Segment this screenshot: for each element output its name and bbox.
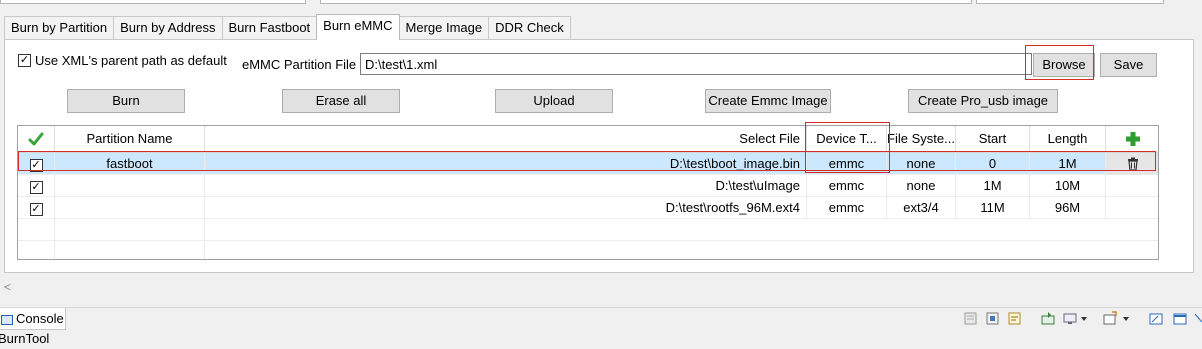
tab-ddr-check[interactable]: DDR Check xyxy=(488,16,571,40)
pin-console-icon[interactable] xyxy=(1040,311,1056,326)
table-row[interactable]: ✓ D:\test\uImage emmc none 1M 10M xyxy=(18,175,1158,197)
scroll-left-arrow-icon[interactable]: < xyxy=(4,280,11,294)
top-fields-strip xyxy=(0,0,1202,6)
empty-row xyxy=(18,241,1158,259)
row-partition-name[interactable] xyxy=(55,175,205,197)
horizontal-scrollbar[interactable]: < xyxy=(0,279,1202,296)
console-content-text: BurnTool xyxy=(0,331,50,346)
row-device-type[interactable]: emmc xyxy=(807,175,887,197)
row-select-file[interactable]: D:\test\rootfs_96M.ext4 xyxy=(205,197,807,219)
tab-bar: Burn by Partition Burn by Address Burn F… xyxy=(4,14,571,40)
open-console-icon[interactable] xyxy=(1102,311,1118,326)
view-menu-icon[interactable] xyxy=(1194,311,1202,326)
console-tab-label: Console xyxy=(16,311,64,326)
partition-file-label: eMMC Partition File xyxy=(242,57,357,72)
tab-burn-emmc[interactable]: Burn eMMC xyxy=(316,14,400,40)
scroll-lock-icon[interactable] xyxy=(985,311,1001,326)
header-length[interactable]: Length xyxy=(1030,126,1106,153)
header-start[interactable]: Start xyxy=(956,126,1030,153)
use-xml-parent-label: Use XML's parent path as default xyxy=(35,53,227,68)
console-toolbar: Console xyxy=(0,307,1202,330)
device-type-highlight-box xyxy=(805,122,890,173)
empty-cell xyxy=(55,241,205,259)
maximize-view-icon[interactable] xyxy=(1172,311,1188,326)
clear-console-icon[interactable] xyxy=(963,311,979,326)
create-emmc-image-button[interactable]: Create Emmc Image xyxy=(705,89,831,113)
display-console-dropdown-icon[interactable] xyxy=(1080,311,1088,326)
open-console-dropdown-icon[interactable] xyxy=(1122,311,1130,326)
top-field-2[interactable] xyxy=(320,0,972,4)
row-check-cell: ✓ xyxy=(18,197,55,219)
table-header: Partition Name Select File Device T... F… xyxy=(18,126,1158,153)
row-checkbox[interactable]: ✓ xyxy=(29,181,43,194)
create-pro-usb-image-button[interactable]: Create Pro_usb image xyxy=(908,89,1058,113)
empty-cell xyxy=(18,241,55,259)
header-file-system[interactable]: File Syste... xyxy=(887,126,956,153)
row-length[interactable]: 96M xyxy=(1030,197,1106,219)
tab-burn-by-partition[interactable]: Burn by Partition xyxy=(4,16,115,40)
display-console-icon[interactable] xyxy=(1062,311,1078,326)
top-field-1[interactable] xyxy=(0,0,306,4)
word-wrap-icon[interactable] xyxy=(1007,311,1023,326)
tab-merge-image[interactable]: Merge Image xyxy=(398,16,490,40)
burn-button[interactable]: Burn xyxy=(67,89,185,113)
select-all-check-icon[interactable] xyxy=(18,126,55,153)
row-start[interactable]: 1M xyxy=(956,175,1030,197)
burn-emmc-panel: ✓ Use XML's parent path as default eMMC … xyxy=(4,39,1194,273)
tab-burn-by-address[interactable]: Burn by Address xyxy=(113,16,223,40)
row-file-system[interactable]: ext3/4 xyxy=(887,197,956,219)
erase-all-button[interactable]: Erase all xyxy=(282,89,400,113)
first-row-highlight-box xyxy=(18,151,1156,171)
row-length[interactable]: 10M xyxy=(1030,175,1106,197)
add-row-plus-icon[interactable] xyxy=(1106,126,1158,153)
row-select-file[interactable]: D:\test\uImage xyxy=(205,175,807,197)
empty-cell xyxy=(18,219,55,241)
partition-table: Partition Name Select File Device T... F… xyxy=(17,125,1159,260)
row-action-cell xyxy=(1106,175,1158,197)
row-file-system[interactable]: none xyxy=(887,175,956,197)
row-device-type[interactable]: emmc xyxy=(807,197,887,219)
table-row[interactable]: ✓ D:\test\rootfs_96M.ext4 emmc ext3/4 11… xyxy=(18,197,1158,219)
tab-burn-fastboot[interactable]: Burn Fastboot xyxy=(221,16,318,40)
console-icon xyxy=(1,314,13,325)
row-partition-name[interactable] xyxy=(55,197,205,219)
header-partition-name[interactable]: Partition Name xyxy=(55,126,205,153)
row-action-cell xyxy=(1106,197,1158,219)
row-check-cell: ✓ xyxy=(18,175,55,197)
header-select-file[interactable]: Select File xyxy=(205,126,807,153)
empty-cell xyxy=(55,219,205,241)
save-button[interactable]: Save xyxy=(1100,53,1157,77)
top-field-3[interactable] xyxy=(976,0,1164,4)
partition-file-input[interactable]: D:\test\1.xml xyxy=(360,53,1032,75)
empty-row xyxy=(18,219,1158,241)
upload-button[interactable]: Upload xyxy=(495,89,613,113)
row-checkbox[interactable]: ✓ xyxy=(29,203,43,216)
console-tab[interactable]: Console xyxy=(0,308,66,330)
row-start[interactable]: 11M xyxy=(956,197,1030,219)
use-xml-parent-option[interactable]: ✓ Use XML's parent path as default xyxy=(18,53,227,68)
use-xml-parent-checkbox[interactable]: ✓ xyxy=(18,54,31,67)
browse-highlight-box xyxy=(1025,45,1094,80)
minimize-view-icon[interactable] xyxy=(1148,311,1164,326)
